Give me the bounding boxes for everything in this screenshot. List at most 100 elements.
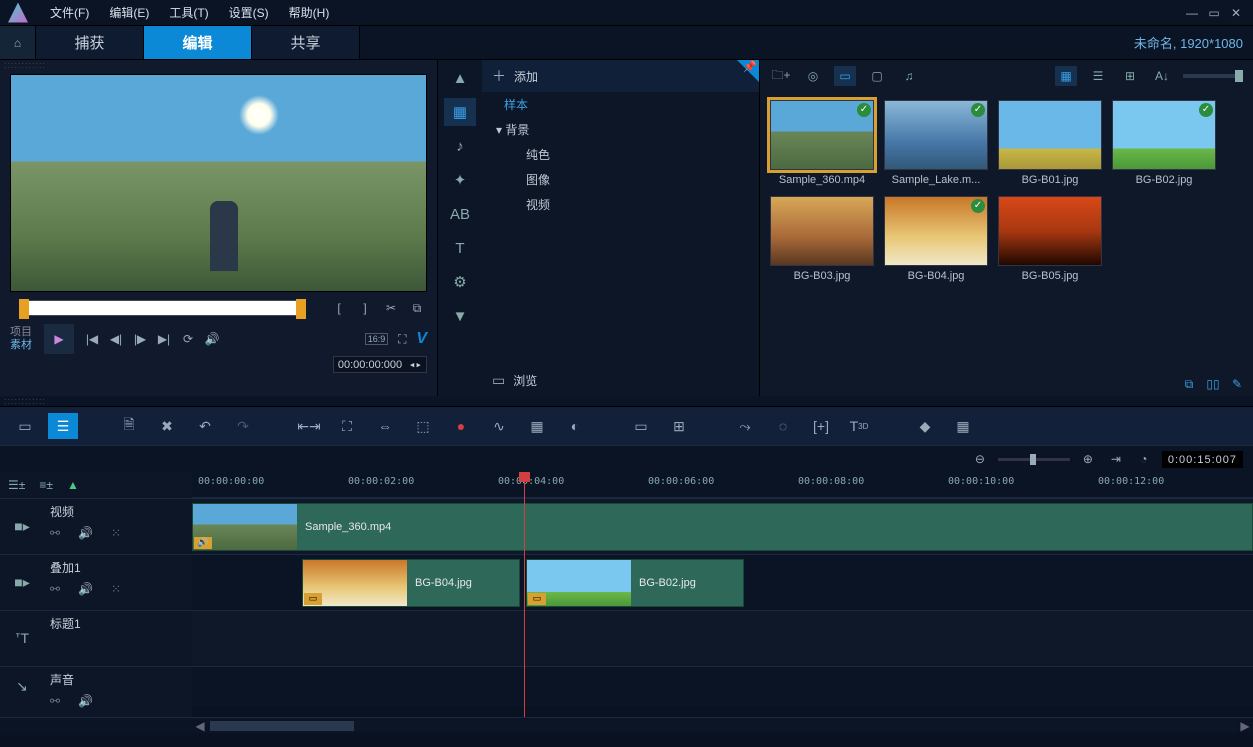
maximize-button[interactable]: ▭: [1205, 6, 1223, 20]
video-track-row[interactable]: 🔊 Sample_360.mp4: [192, 498, 1253, 554]
trim-handle-out[interactable]: [296, 299, 306, 319]
fx-icon[interactable]: ⁙: [111, 582, 121, 596]
mark-out-button[interactable]: ]: [355, 298, 375, 318]
project-duration[interactable]: 0:00:15:007: [1162, 451, 1243, 468]
thumb-item[interactable]: BG-B03.jpg: [770, 196, 874, 282]
scroll-right-button[interactable]: ▶: [1237, 719, 1253, 733]
fit-project-button[interactable]: ⇥: [1106, 449, 1126, 469]
storyboard-view-button[interactable]: ▭: [10, 413, 40, 439]
go-end-button[interactable]: ▶|: [154, 329, 174, 349]
thumb-item[interactable]: BG-B05.jpg: [998, 196, 1102, 282]
collapse-up-icon[interactable]: ▲: [444, 64, 476, 92]
tree-image[interactable]: 图像: [482, 167, 759, 192]
step-back-button[interactable]: ◀|: [106, 329, 126, 349]
thumb-item[interactable]: ✓Sample_Lake.m...: [884, 100, 988, 186]
menu-tools[interactable]: 工具(T): [159, 2, 218, 23]
add-button[interactable]: 添加: [514, 68, 538, 85]
link-icon[interactable]: ⚯: [50, 582, 60, 596]
motion-button[interactable]: ⤳: [730, 413, 760, 439]
minimize-button[interactable]: —: [1183, 6, 1201, 20]
track-header-title[interactable]: ᐪT 标题1: [0, 610, 192, 666]
timeline-tracks[interactable]: 00:00:00:0000:00:02:0000:00:04:0000:00:0…: [192, 472, 1253, 717]
tracking-button[interactable]: ◌: [768, 413, 798, 439]
menu-file[interactable]: 文件(F): [40, 2, 99, 23]
filter-photo-icon[interactable]: ▢: [866, 66, 888, 86]
filter-video-icon[interactable]: ▭: [834, 66, 856, 86]
preview-timecode[interactable]: 00:00:00:000 ◂▸: [333, 356, 427, 373]
panel-grip[interactable]: ::::::::::::: [0, 60, 437, 70]
step-fwd-button[interactable]: |▶: [130, 329, 150, 349]
snapshot-button[interactable]: ⧉: [407, 298, 427, 318]
volume-button[interactable]: 🔊: [202, 329, 222, 349]
link-icon[interactable]: ⚯: [50, 694, 60, 708]
collapse-down-icon[interactable]: ▼: [444, 302, 476, 330]
scroll-thumb[interactable]: [210, 721, 354, 731]
fit-screen-button[interactable]: ⛶: [332, 413, 362, 439]
loop-button[interactable]: ⟳: [178, 329, 198, 349]
mode-clip-label[interactable]: 素材: [10, 339, 32, 352]
view-list-icon[interactable]: ☰: [1087, 66, 1109, 86]
tab-capture[interactable]: 捕获: [36, 26, 144, 59]
fx-category-icon[interactable]: ✦: [444, 166, 476, 194]
thumb-size-slider[interactable]: [1183, 74, 1243, 78]
subtitle-button[interactable]: ▭: [626, 413, 656, 439]
tools-button[interactable]: ✖: [152, 413, 182, 439]
transition-category-icon[interactable]: AB: [444, 200, 476, 228]
track-add-button[interactable]: ≡±: [39, 478, 53, 492]
grid-button[interactable]: ⊞: [664, 413, 694, 439]
import-icon[interactable]: 🗀+: [770, 66, 792, 86]
fit-width-button[interactable]: ⇤⇥: [294, 413, 324, 439]
track-header-overlay[interactable]: ■▸ 叠加1 ⚯🔊⁙: [0, 554, 192, 610]
audio-mix-button[interactable]: ∿: [484, 413, 514, 439]
mute-icon[interactable]: 🔊: [78, 526, 93, 540]
track-header-video[interactable]: ■▸ 视频 ⚯🔊⁙: [0, 498, 192, 554]
tab-share[interactable]: 共享: [252, 26, 360, 59]
timeline-view-button[interactable]: ☰: [48, 413, 78, 439]
browse-button[interactable]: 浏览: [513, 372, 537, 389]
undo-button[interactable]: ↶: [190, 413, 220, 439]
view-grid-icon[interactable]: ⊞: [1119, 66, 1141, 86]
view-thumb-icon[interactable]: ▦: [1055, 66, 1077, 86]
splitter-grip[interactable]: ::::::::::::: [0, 396, 1253, 406]
sort-icon[interactable]: A↓: [1151, 66, 1173, 86]
scroll-left-button[interactable]: ◀: [192, 719, 208, 733]
thumb-item[interactable]: BG-B01.jpg: [998, 100, 1102, 186]
scroll-track[interactable]: [210, 721, 1235, 731]
3d-title-button[interactable]: T3D: [844, 413, 874, 439]
chapter-button[interactable]: ▦: [948, 413, 978, 439]
insert-media-button[interactable]: 🗎: [114, 413, 144, 439]
thumb-item[interactable]: ✓BG-B02.jpg: [1112, 100, 1216, 186]
zoom-in-button[interactable]: ⊕: [1078, 449, 1098, 469]
trim-handle-in[interactable]: [19, 299, 29, 319]
mark-in-button[interactable]: [: [329, 298, 349, 318]
mute-icon[interactable]: 🔊: [78, 582, 93, 596]
menu-edit[interactable]: 编辑(E): [99, 2, 159, 23]
clip-overlay-1[interactable]: ▭ BG-B04.jpg: [302, 559, 520, 607]
aspect-ratio[interactable]: 16:9: [365, 333, 389, 345]
tree-samples[interactable]: 样本: [482, 92, 759, 117]
go-start-button[interactable]: |◀: [82, 329, 102, 349]
pan-button[interactable]: ⇔: [370, 413, 400, 439]
playhead[interactable]: [524, 472, 525, 717]
close-button[interactable]: ✕: [1227, 6, 1245, 20]
preview-viewport[interactable]: [10, 74, 427, 292]
multicam-button[interactable]: ▦: [522, 413, 552, 439]
track-header-audio[interactable]: ↘ 声音 ⚯🔊: [0, 666, 192, 706]
tree-video[interactable]: 视频: [482, 192, 759, 217]
home-tab[interactable]: ⌂: [0, 26, 36, 59]
link-icon[interactable]: ⚯: [50, 526, 60, 540]
clip-overlay-2[interactable]: ▭ BG-B02.jpg: [526, 559, 744, 607]
time-ruler[interactable]: 00:00:00:0000:00:02:0000:00:04:0000:00:0…: [192, 472, 1253, 498]
capture-icon[interactable]: ◎: [802, 66, 824, 86]
thumb-item[interactable]: ✓BG-B04.jpg: [884, 196, 988, 282]
title-category-icon[interactable]: T: [444, 234, 476, 262]
play-button[interactable]: ▶: [44, 324, 74, 354]
menu-settings[interactable]: 设置(S): [219, 2, 279, 23]
audio-track-row[interactable]: [192, 666, 1253, 706]
overlay-track-row[interactable]: ▭ BG-B04.jpg ▭ BG-B02.jpg: [192, 554, 1253, 610]
timeline-scrollbar[interactable]: ◀ ▶: [0, 717, 1253, 733]
tree-backgrounds[interactable]: ▾ 背景: [482, 117, 759, 142]
track-menu-button[interactable]: ☰±: [8, 478, 25, 492]
trim-bar[interactable]: [20, 300, 305, 316]
menu-help[interactable]: 帮助(H): [279, 2, 340, 23]
